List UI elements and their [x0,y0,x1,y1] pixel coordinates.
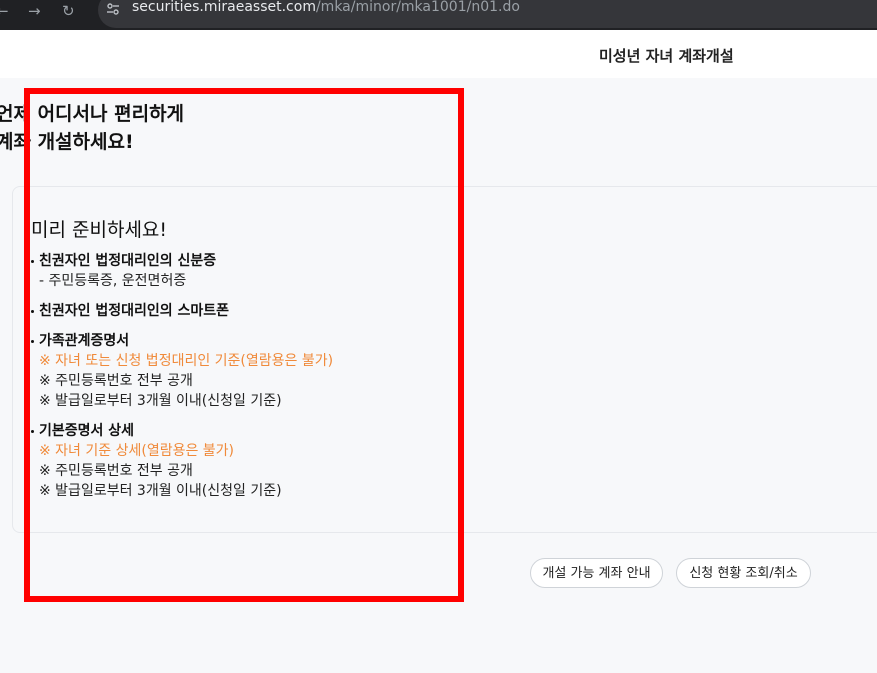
url-host: securities.miraeasset.com [132,0,316,15]
address-bar[interactable]: securities.miraeasset.com/mka/minor/mka1… [98,0,877,28]
arrow-left-icon[interactable]: ← [0,0,9,24]
requirement-item: 가족관계증명서 ※ 자녀 또는 신청 법정대리인 기준(열람용은 불가) ※ 주민등… [31,331,451,411]
requirement-title: 가족관계증명서 [31,331,451,351]
url-text[interactable]: securities.miraeasset.com/mka/minor/mka1… [132,0,520,15]
requirement-note: ※ 주민등록번호 전부 공개 [39,373,193,389]
arrow-right-icon[interactable]: → [28,0,41,24]
requirement-item: 친권자인 법정대리인의 스마트폰 [31,301,451,321]
requirement-title: 친권자인 법정대리인의 신분증 [31,251,451,271]
requirement-title: 친권자인 법정대리인의 스마트폰 [31,301,451,321]
requirement-item: 친권자인 법정대리인의 신분증 - 주민등록증, 운전면허증 [31,251,451,291]
headline: 언제 어디서나 편리하게 계좌 개설하세요! [0,100,184,156]
preparation-card: 미리 준비하세요! 친권자인 법정대리인의 신분증 - 주민등록증, 운전면허증 친… [12,186,877,533]
account-guide-button[interactable]: 개설 가능 계좌 안내 [530,558,663,588]
url-path: /mka/minor/mka1001/n01.do [315,0,520,15]
card-title: 미리 준비하세요! [31,219,168,241]
requirement-warning: ※ 자녀 기준 상세(열람용은 불가) [39,443,235,459]
tune-icon[interactable] [106,2,122,16]
page-title: 미성년 자녀 계좌개설 [599,47,734,65]
page-header: 미성년 자녀 계좌개설 [0,30,877,78]
browser-toolbar: ← → ↻ securities.miraeasset.com/mka/mino… [0,0,877,30]
requirement-warning: ※ 자녀 또는 신청 법정대리인 기준(열람용은 불가) [39,353,334,369]
headline-line-1: 언제 어디서나 편리하게 [0,103,185,125]
headline-line-2: 계좌 개설하세요! [0,131,134,153]
requirement-note: ※ 발급일로부터 3개월 이내(신청일 기준) [39,483,282,499]
requirement-note: ※ 발급일로부터 3개월 이내(신청일 기준) [39,393,282,409]
requirement-title: 기본증명서 상세 [31,421,451,441]
main-content: 언제 어디서나 편리하게 계좌 개설하세요! 미리 준비하세요! 친권자인 법정… [0,78,877,673]
requirements-list: 친권자인 법정대리인의 신분증 - 주민등록증, 운전면허증 친권자인 법정대리인의… [31,251,451,511]
requirement-item: 기본증명서 상세 ※ 자녀 기준 상세(열람용은 불가) ※ 주민등록번호 전부 공… [31,421,451,501]
requirement-note: - 주민등록증, 운전면허증 [39,273,187,289]
requirement-note: ※ 주민등록번호 전부 공개 [39,463,193,479]
reload-icon[interactable]: ↻ [62,0,75,24]
application-status-button[interactable]: 신청 현황 조회/취소 [676,558,811,588]
